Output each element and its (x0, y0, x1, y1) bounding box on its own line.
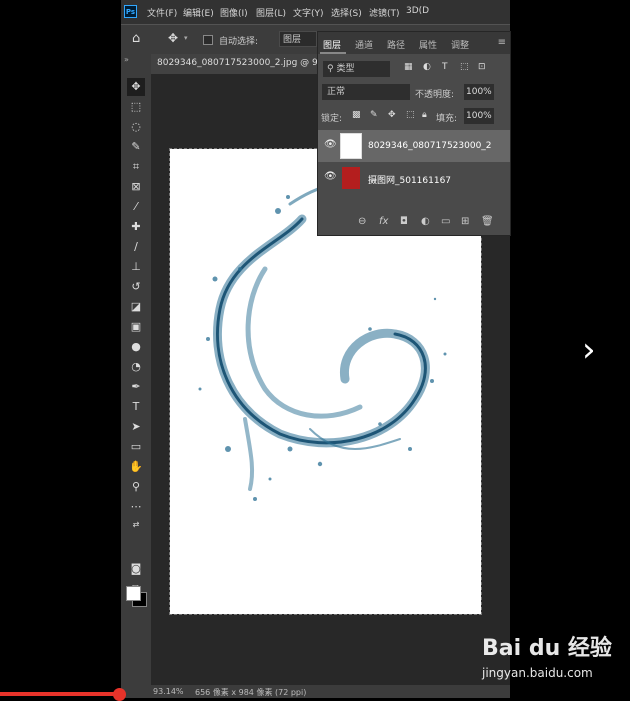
visibility-eye-icon[interactable]: 👁︎ (324, 171, 337, 182)
quick-select-tool-icon[interactable]: ✎ (127, 138, 145, 156)
lock-row: 锁定: ▩ ✎ ✥ ⬚ 🔒︎ 填充: 100% (318, 106, 510, 128)
document-tab-title: 8029346_080717523000_2.jpg @ 93 (157, 58, 324, 68)
baidu-logo: Bai du 经验 (482, 636, 612, 661)
type-filter-icon[interactable]: T (442, 62, 448, 72)
menu-select[interactable]: 选择(S) (331, 6, 362, 19)
blur-tool-icon[interactable]: ● (127, 338, 145, 356)
menu-3d[interactable]: 3D(D (406, 6, 429, 16)
blend-row: 正常 不透明度: 100% (318, 82, 510, 104)
shape-filter-icon[interactable]: ⬚ (460, 62, 469, 72)
menu-type[interactable]: 文字(Y) (293, 6, 324, 19)
add-mask-icon[interactable]: ◘ (400, 216, 408, 227)
visibility-eye-icon[interactable]: 👁︎ (324, 139, 337, 150)
zoom-level[interactable]: 93.14% (153, 687, 184, 696)
lock-label: 锁定: (321, 114, 343, 124)
move-tool-icon[interactable]: ✥ (127, 78, 145, 96)
layer-row[interactable]: 👁︎ 摄图网_501161167 (318, 162, 510, 194)
move-tool-icon[interactable]: ✥ (168, 31, 178, 45)
opacity-label: 不透明度: (415, 90, 455, 100)
marquee-tool-icon[interactable]: ⬚ (127, 98, 145, 116)
clone-stamp-icon[interactable]: ⊥ (127, 258, 145, 276)
document-size: 656 像素 x 984 像素 (72 ppi) (195, 688, 307, 697)
crop-tool-icon[interactable]: ⌗ (127, 158, 145, 176)
lock-position-icon[interactable]: ✥ (388, 110, 396, 120)
menu-file[interactable]: 文件(F) (147, 6, 177, 19)
brush-tool-icon[interactable]: ∕ (127, 238, 145, 256)
fx-icon[interactable]: fx (379, 216, 388, 227)
rectangle-tool-icon[interactable]: ▭ (127, 438, 145, 456)
lasso-tool-icon[interactable]: ◌ (127, 118, 145, 136)
quick-mask-icon[interactable]: ◙ (127, 560, 145, 578)
filter-kind-dropdown[interactable]: ⚲ 类型 (323, 61, 390, 77)
layer-name: 摄图网_501161167 (368, 176, 452, 186)
layer-thumbnail (340, 133, 362, 159)
tab-adjustments[interactable]: 调整 (451, 38, 469, 51)
dodge-tool-icon[interactable]: ◔ (127, 358, 145, 376)
baidu-watermark: Bai du 经验 jingyan.baidu.com (480, 630, 628, 694)
status-bar: 93.14% 656 像素 x 984 像素 (72 ppi) (151, 685, 510, 698)
fill-input[interactable]: 100% (464, 108, 494, 124)
video-progress-knob[interactable] (113, 688, 126, 701)
pixel-filter-icon[interactable]: ▦ (404, 62, 413, 72)
healing-brush-icon[interactable]: ✚ (127, 218, 145, 236)
gradient-tool-icon[interactable]: ▣ (127, 318, 145, 336)
panel-menu-icon[interactable]: ≡ (498, 37, 506, 48)
auto-select-label: 自动选择: (219, 37, 259, 47)
lock-pixels-icon[interactable]: ✎ (370, 110, 378, 120)
new-group-icon[interactable]: ▭ (441, 216, 450, 227)
filter-kind-label: 类型 (336, 64, 355, 74)
menu-filter[interactable]: 滤镜(T) (369, 6, 400, 19)
eyedropper-tool-icon[interactable]: ⁄ (127, 198, 145, 216)
link-layers-icon[interactable]: ⊖ (358, 216, 366, 227)
layer-name: 8029346_080717523000_2 (368, 141, 492, 151)
path-select-icon[interactable]: ➤ (127, 418, 145, 436)
layer-row[interactable]: 👁︎ 8029346_080717523000_2 (318, 130, 510, 162)
layer-filter-row: ⚲ 类型 ▦ ◐ T ⬚ ⊡ (318, 58, 510, 80)
collapse-icon[interactable]: » (124, 55, 129, 64)
auto-select-checkbox[interactable] (203, 35, 213, 45)
video-progress-bar[interactable] (0, 692, 120, 696)
photoshop-logo: Ps (124, 5, 137, 18)
adjustment-filter-icon[interactable]: ◐ (423, 62, 431, 72)
swap-colors-icon[interactable]: ⇄ (127, 516, 145, 534)
layers-panel-tabs: 图层 通道 路径 属性 调整 ≡ (318, 32, 510, 54)
layers-panel: 图层 通道 路径 属性 调整 ≡ ⚲ 类型 ▦ ◐ T ⬚ ⊡ 正常 不透明度:… (317, 31, 511, 236)
trash-icon[interactable]: 🗑︎ (481, 216, 494, 227)
home-icon[interactable]: ⌂ (132, 31, 140, 46)
auto-select-dropdown[interactable]: 图层 (279, 31, 317, 47)
type-tool-icon[interactable]: T (127, 398, 145, 416)
tab-channels[interactable]: 通道 (355, 38, 373, 51)
next-chevron-icon[interactable]: › (582, 330, 596, 370)
zoom-tool-icon[interactable]: ⚲ (127, 478, 145, 496)
watermark-url: jingyan.baidu.com (482, 666, 593, 680)
hand-tool-icon[interactable]: ✋ (127, 458, 145, 476)
tab-paths[interactable]: 路径 (387, 38, 405, 51)
tools-panel: » ✥ ⬚ ◌ ✎ ⌗ ⊠ ⁄ ✚ ∕ ⊥ ↺ ◪ ▣ ● ◔ ✒ T ➤ ▭ … (121, 54, 151, 698)
lock-all-icon[interactable]: 🔒︎ (422, 110, 427, 120)
fill-label: 填充: (436, 114, 458, 124)
new-layer-icon[interactable]: ⊞ (461, 216, 469, 227)
menu-image[interactable]: 图像(I) (220, 6, 248, 19)
opacity-input[interactable]: 100% (464, 84, 494, 100)
tab-layers[interactable]: 图层 (323, 38, 341, 51)
menu-edit[interactable]: 编辑(E) (183, 6, 214, 19)
more-tools-icon[interactable]: ⋯ (127, 498, 145, 516)
layer-thumbnail (342, 167, 360, 189)
lock-transparency-icon[interactable]: ▩ (352, 110, 361, 120)
lock-artboard-icon[interactable]: ⬚ (406, 110, 415, 120)
pen-tool-icon[interactable]: ✒ (127, 378, 145, 396)
tab-properties[interactable]: 属性 (419, 38, 437, 51)
chevron-down-icon[interactable]: ▾ (184, 34, 188, 42)
layers-panel-footer: ⊖ fx ◘ ◐ ▭ ⊞ 🗑︎ (318, 212, 510, 234)
frame-tool-icon[interactable]: ⊠ (127, 178, 145, 196)
smart-object-filter-icon[interactable]: ⊡ (478, 62, 486, 72)
menu-bar: Ps 文件(F) 编辑(E) 图像(I) 图层(L) 文字(Y) 选择(S) 滤… (121, 0, 510, 24)
menu-layer[interactable]: 图层(L) (256, 6, 286, 19)
active-tab-indicator (320, 52, 346, 54)
foreground-color-swatch[interactable] (126, 586, 141, 601)
adjustment-layer-icon[interactable]: ◐ (421, 216, 430, 227)
eraser-tool-icon[interactable]: ◪ (127, 298, 145, 316)
blend-mode-dropdown[interactable]: 正常 (322, 84, 410, 100)
history-brush-icon[interactable]: ↺ (127, 278, 145, 296)
